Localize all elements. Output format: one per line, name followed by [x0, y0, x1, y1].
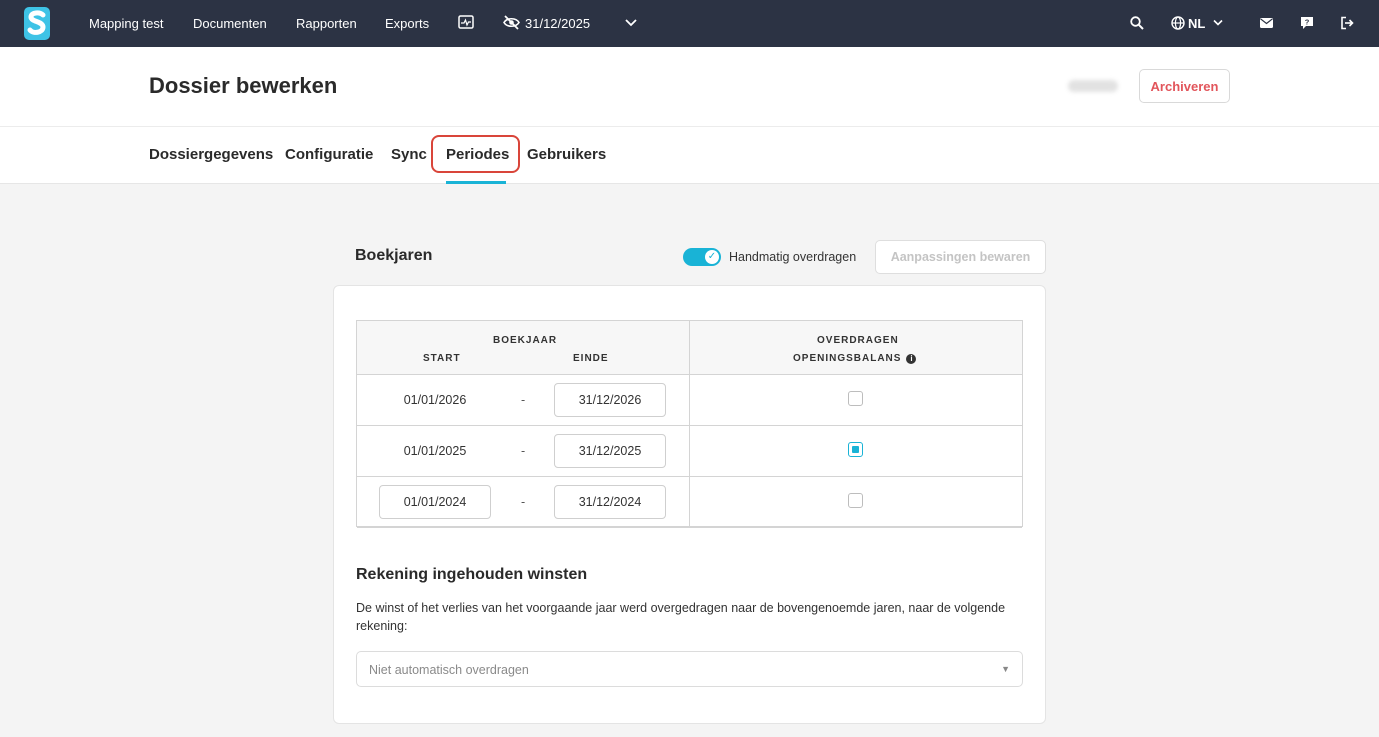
- caret-down-icon: ▼: [1001, 664, 1010, 674]
- highlight-annotation: [431, 135, 520, 173]
- top-navbar: Mapping test Documenten Rapporten Export…: [0, 0, 1379, 47]
- archive-button[interactable]: Archiveren: [1139, 69, 1230, 103]
- nav-mapping-test[interactable]: Mapping test: [89, 16, 163, 31]
- transfer-checkbox[interactable]: [848, 391, 863, 406]
- mail-icon[interactable]: [1260, 18, 1273, 28]
- header-start: START: [423, 353, 461, 364]
- header-overdragen: OVERDRAGEN: [817, 335, 899, 346]
- header-boekjaar: BOEKJAAR: [493, 335, 558, 346]
- eye-slash-icon[interactable]: [503, 15, 520, 30]
- date-separator: -: [521, 444, 526, 458]
- page-header: Dossier bewerken Archiveren: [0, 47, 1379, 127]
- active-tab-indicator: [446, 181, 506, 184]
- nav-rapporten[interactable]: Rapporten: [296, 16, 357, 31]
- column-divider: [689, 321, 690, 526]
- language-selector[interactable]: NL: [1188, 16, 1205, 31]
- tab-configuratie[interactable]: Configuratie: [285, 146, 373, 163]
- nav-period-date[interactable]: 31/12/2025: [525, 16, 590, 31]
- retained-earnings-title: Rekening ingehouden winsten: [356, 566, 588, 583]
- nav-exports[interactable]: Exports: [385, 16, 429, 31]
- tab-bar: Dossiergegevens Configuratie Sync Period…: [0, 127, 1379, 184]
- app-logo-icon[interactable]: [24, 7, 50, 40]
- logout-icon[interactable]: [1340, 16, 1354, 30]
- info-icon[interactable]: i: [906, 354, 917, 364]
- retained-earnings-description: De winst of het verlies van het voorgaan…: [356, 601, 1006, 633]
- save-changes-button[interactable]: Aanpassingen bewaren: [875, 240, 1046, 274]
- date-separator: -: [521, 495, 526, 509]
- activity-monitor-icon[interactable]: [458, 14, 474, 30]
- help-icon[interactable]: ?: [1300, 16, 1314, 30]
- fiscal-years-table: BOEKJAAR START EINDE OVERDRAGEN OPENINGS…: [356, 320, 1023, 528]
- header-openingsbalans: OPENINGSBALANS i: [793, 353, 917, 364]
- boekjaren-title: Boekjaren: [355, 247, 433, 264]
- start-date-input[interactable]: [379, 485, 491, 519]
- svg-text:?: ?: [1305, 17, 1310, 26]
- header-einde: EINDE: [573, 353, 609, 364]
- transfer-checkbox[interactable]: [848, 493, 863, 508]
- tab-dossiergegevens[interactable]: Dossiergegevens: [149, 146, 273, 163]
- retained-earnings-select[interactable]: Niet automatisch overdragen ▼: [356, 651, 1023, 687]
- transfer-checkbox[interactable]: [848, 442, 863, 457]
- boekjaren-card: BOEKJAAR START EINDE OVERDRAGEN OPENINGS…: [333, 285, 1046, 724]
- page-title: Dossier bewerken: [149, 73, 338, 98]
- avatar: [1068, 80, 1118, 92]
- chevron-down-icon[interactable]: [1213, 19, 1223, 27]
- tab-gebruikers[interactable]: Gebruikers: [527, 146, 606, 163]
- chevron-down-icon[interactable]: [625, 18, 637, 28]
- select-value: Niet automatisch overdragen: [369, 663, 529, 677]
- nav-documenten[interactable]: Documenten: [193, 16, 267, 31]
- manual-transfer-label: Handmatig overdragen: [729, 250, 857, 264]
- start-date: 01/01/2026: [403, 393, 467, 407]
- manual-transfer-toggle[interactable]: ✓: [683, 248, 721, 266]
- check-icon: ✓: [705, 250, 719, 264]
- date-separator: -: [521, 393, 526, 407]
- end-date-input[interactable]: [554, 434, 666, 468]
- start-date: 01/01/2025: [403, 444, 467, 458]
- search-icon[interactable]: [1130, 16, 1144, 30]
- globe-icon[interactable]: [1171, 16, 1185, 30]
- tab-sync[interactable]: Sync: [391, 146, 427, 163]
- end-date-input[interactable]: [554, 485, 666, 519]
- end-date-input[interactable]: [554, 383, 666, 417]
